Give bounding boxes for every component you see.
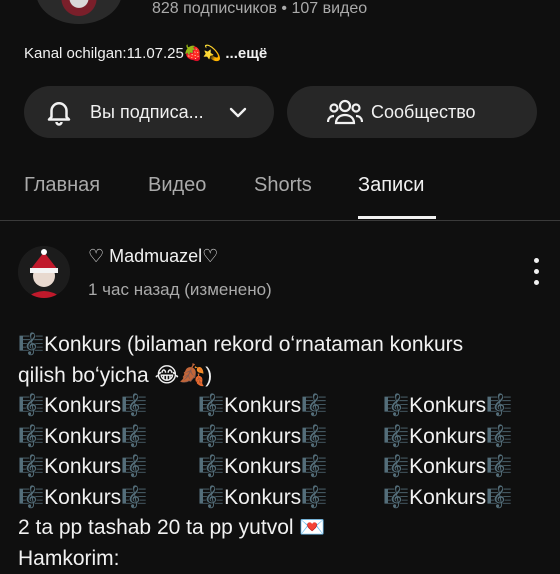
konkurs-cell: 🎼Konkurs🎼 — [198, 391, 327, 422]
post-line-prize: 2 ta pp tashab 20 ta pp yutvol 💌 — [18, 513, 548, 544]
channel-description-text: Kanal ochilgan:11.07.25🍓💫 — [24, 45, 225, 62]
konkurs-cell: 🎼Konkurs🎼 — [383, 452, 512, 483]
post-author-name[interactable]: ♡ Madmuazel♡ — [88, 246, 218, 267]
channel-stats: 828 подписчиков • 107 видео — [152, 0, 367, 18]
konkurs-row: 🎼Konkurs🎼 🎼Konkurs🎼 🎼Konkurs🎼 — [18, 483, 548, 514]
tab-home[interactable]: Главная — [24, 174, 100, 197]
post-body: 🎼Konkurs (bilaman rekord oʻrnataman konk… — [18, 330, 548, 574]
channel-avatar[interactable] — [36, 0, 122, 24]
community-label: Сообщество — [371, 102, 476, 123]
konkurs-cell: 🎼Konkurs🎼 — [383, 483, 512, 514]
tab-posts[interactable]: Записи — [358, 174, 424, 197]
konkurs-cell: 🎼Konkurs🎼 — [198, 422, 327, 453]
konkurs-cell: 🎼Konkurs🎼 — [198, 483, 327, 514]
post-author-avatar[interactable] — [18, 246, 70, 298]
tab-videos[interactable]: Видео — [148, 174, 206, 197]
post-line-2: qilish boʻyicha 😂🍂) — [18, 361, 548, 392]
konkurs-cell: 🎼Konkurs🎼 — [18, 422, 147, 453]
bell-icon — [44, 97, 74, 127]
konkurs-row: 🎼Konkurs🎼 🎼Konkurs🎼 🎼Konkurs🎼 — [18, 422, 548, 453]
subscribed-label: Вы подписа... — [90, 102, 204, 123]
konkurs-cell: 🎼Konkurs🎼 — [198, 452, 327, 483]
active-tab-indicator — [358, 216, 436, 219]
konkurs-cell: 🎼Konkurs🎼 — [18, 483, 147, 514]
konkurs-cell: 🎼Konkurs🎼 — [383, 391, 512, 422]
chevron-down-icon — [226, 100, 250, 124]
people-icon — [327, 97, 363, 127]
post-line-partner: Hamkorim: — [18, 544, 548, 574]
channel-tabs: Главная Видео Shorts Записи — [0, 164, 560, 221]
konkurs-grid: 🎼Konkurs🎼🎼Konkurs🎼🎼Konkurs🎼🎼Konkurs🎼🎼Kon… — [18, 391, 548, 513]
community-button[interactable]: Сообщество — [287, 86, 537, 138]
konkurs-cell: 🎼Konkurs🎼 — [18, 452, 147, 483]
konkurs-row: 🎼Konkurs🎼 🎼Konkurs🎼 🎼Konkurs🎼 — [18, 452, 548, 483]
post-time: 1 час назад (изменено) — [88, 280, 272, 300]
post-line-1: 🎼Konkurs (bilaman rekord oʻrnataman konk… — [18, 330, 548, 361]
more-link[interactable]: ...ещё — [225, 45, 267, 62]
more-options-icon[interactable] — [530, 258, 542, 292]
tab-shorts[interactable]: Shorts — [254, 174, 312, 197]
konkurs-row: 🎼Konkurs🎼 🎼Konkurs🎼 🎼Konkurs🎼 — [18, 391, 548, 422]
konkurs-cell: 🎼Konkurs🎼 — [18, 391, 147, 422]
channel-description[interactable]: Kanal ochilgan:11.07.25🍓💫 ...ещё — [24, 44, 267, 62]
subscribed-button[interactable]: Вы подписа... — [24, 86, 274, 138]
konkurs-cell: 🎼Konkurs🎼 — [383, 422, 512, 453]
